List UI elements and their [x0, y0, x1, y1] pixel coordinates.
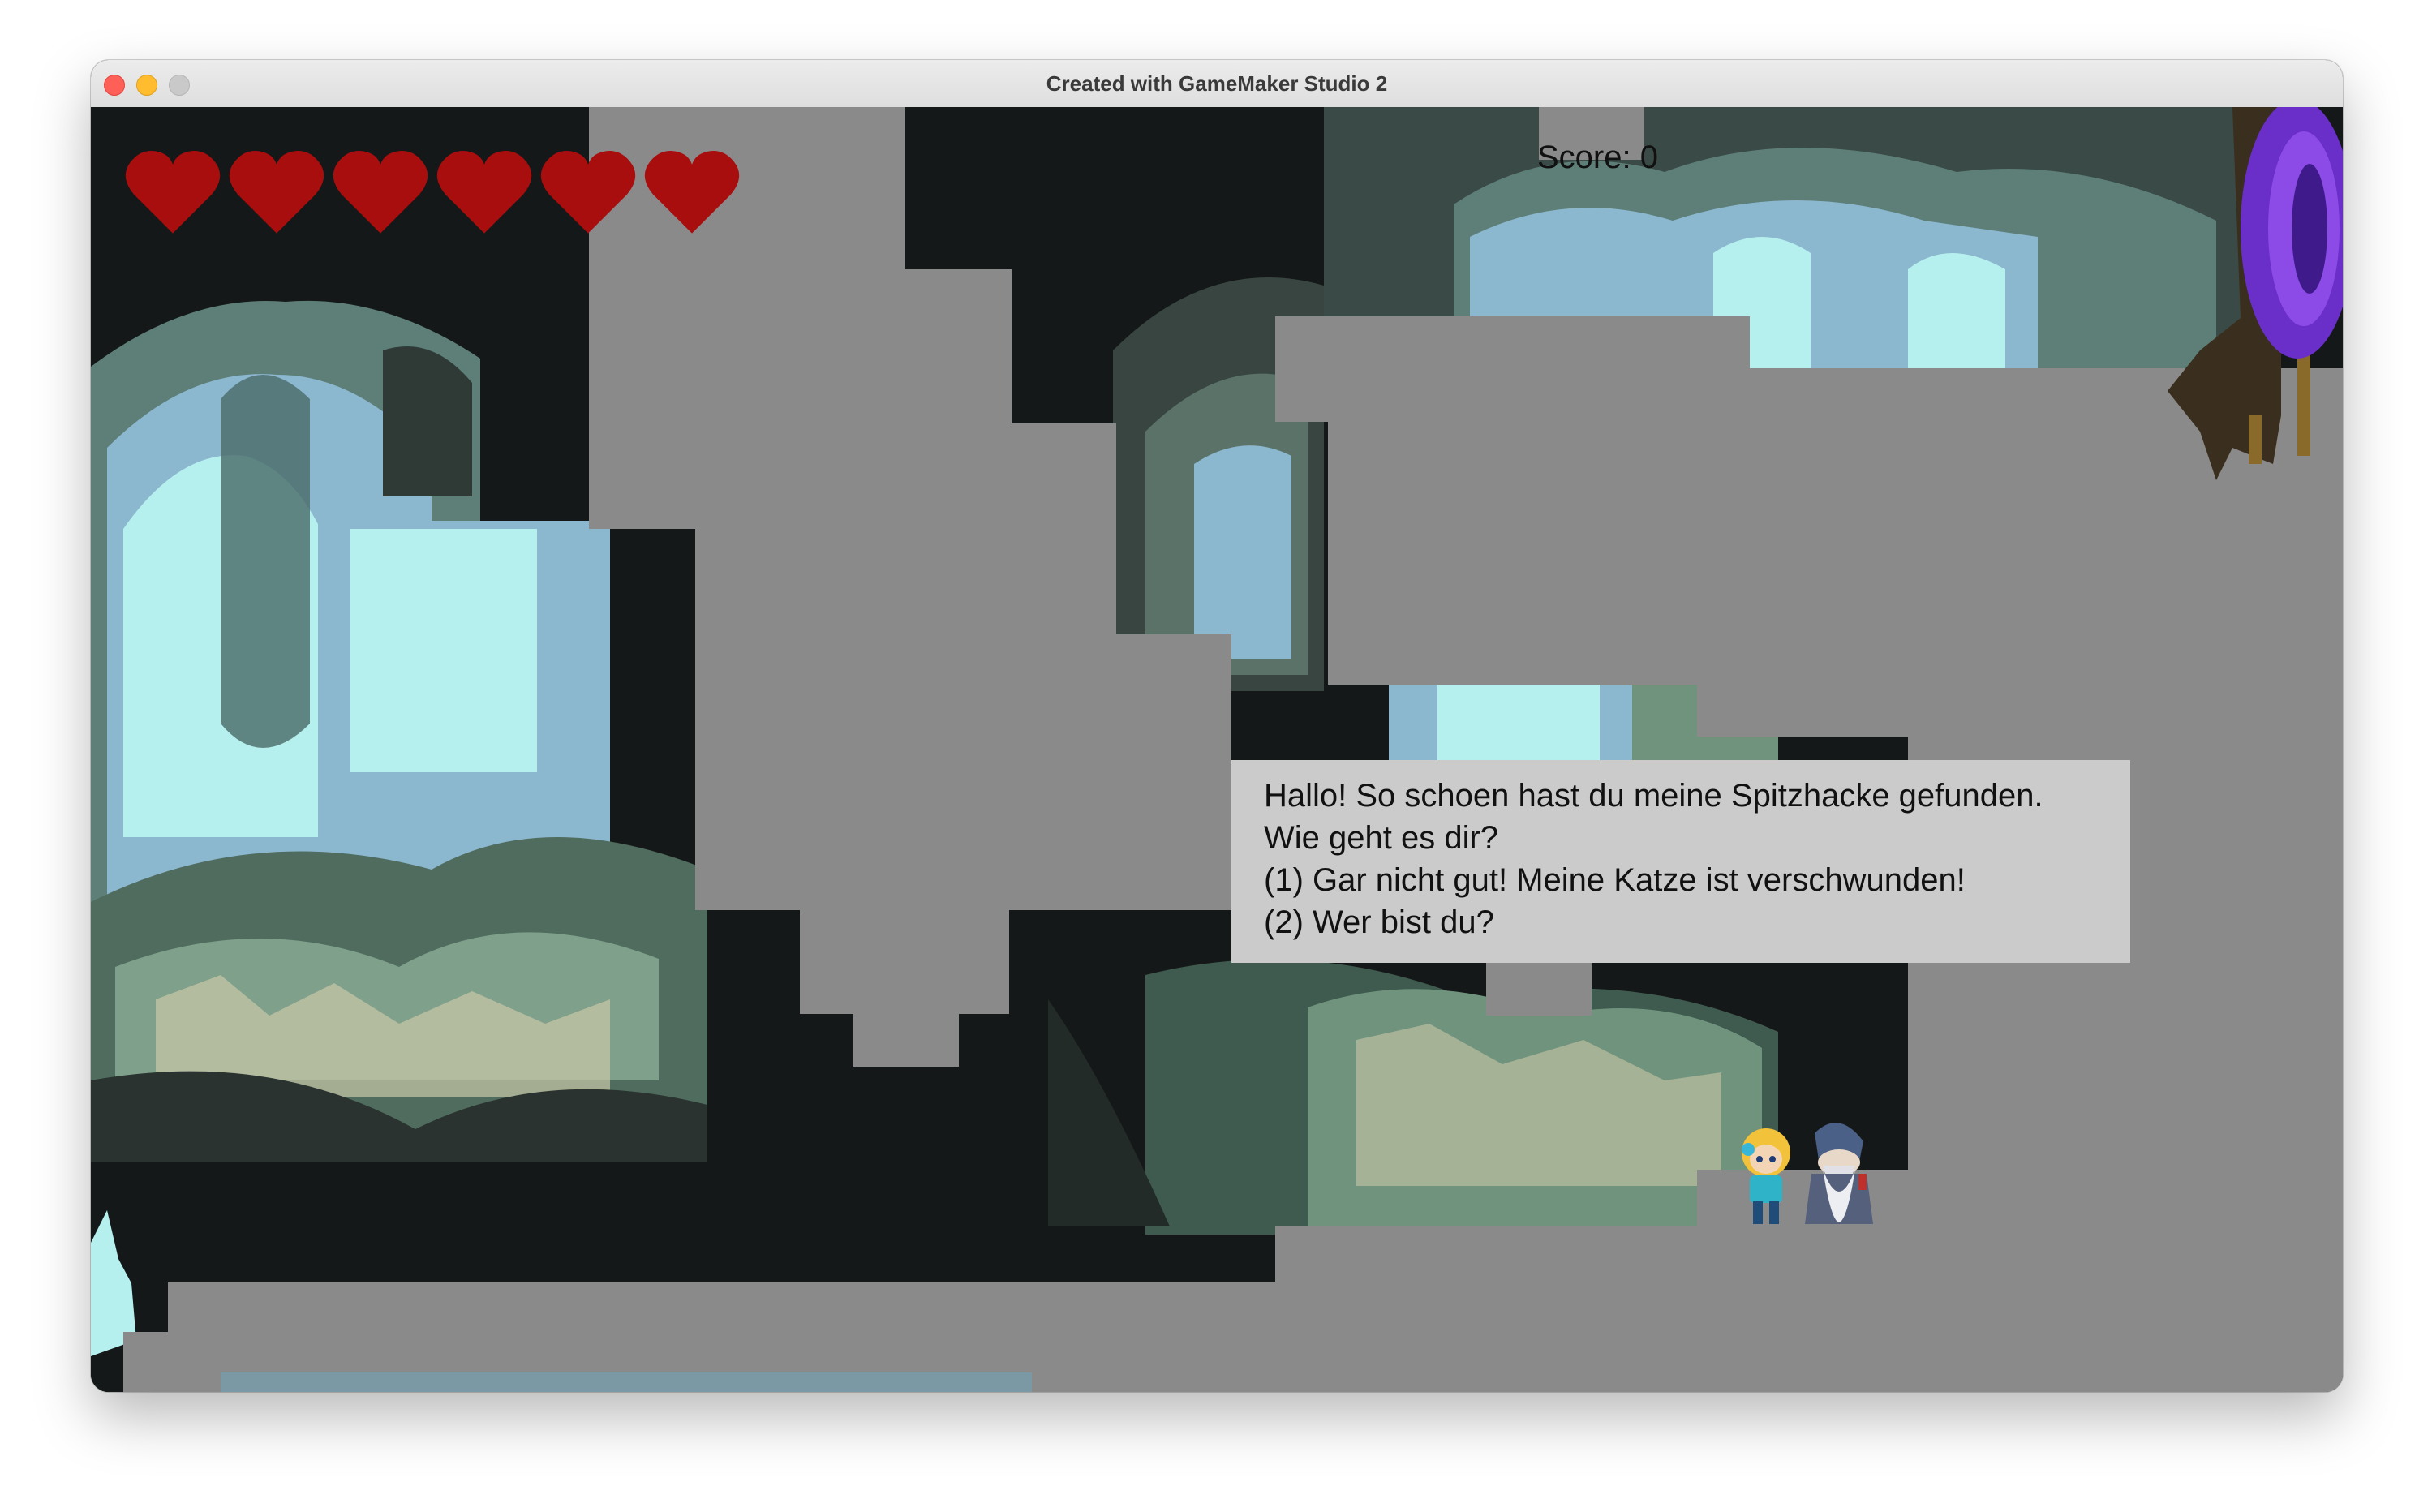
heart-icon [436, 150, 532, 234]
window-title: Created with GameMaker Studio 2 [1046, 71, 1388, 96]
heart-icon [644, 150, 740, 234]
dialog-line-greeting: Hallo! So schoen hast du meine Spitzhack… [1264, 778, 2043, 814]
gnome-npc-sprite [1805, 1123, 1873, 1224]
heart-icon [229, 150, 324, 234]
game-window: Created with GameMaker Studio 2 Score: 0… [91, 60, 2343, 1392]
dialog-line-question: Wie geht es dir? [1264, 820, 1499, 856]
game-viewport[interactable]: Score: 0 Hallo! So schoen hast du meine … [91, 107, 2343, 1392]
heart-icon [125, 150, 221, 234]
score-text: Score: 0 [1537, 140, 1658, 175]
heart-icon [540, 150, 636, 234]
bottom-ice-strip [221, 1372, 1032, 1392]
dialog-box: Hallo! So schoen hast du meine Spitzhack… [1231, 760, 2130, 963]
dialog-option-1[interactable]: (1) Gar nicht gut! Meine Katze ist versc… [1264, 859, 2130, 901]
health-hearts [125, 146, 740, 237]
dialog-option-2[interactable]: (2) Wer bist du? [1264, 901, 2130, 943]
heart-icon [333, 150, 428, 234]
cave-scene [91, 107, 2343, 1392]
title-bar: Created with GameMaker Studio 2 [91, 60, 2343, 108]
player-sprite [1742, 1128, 1790, 1224]
